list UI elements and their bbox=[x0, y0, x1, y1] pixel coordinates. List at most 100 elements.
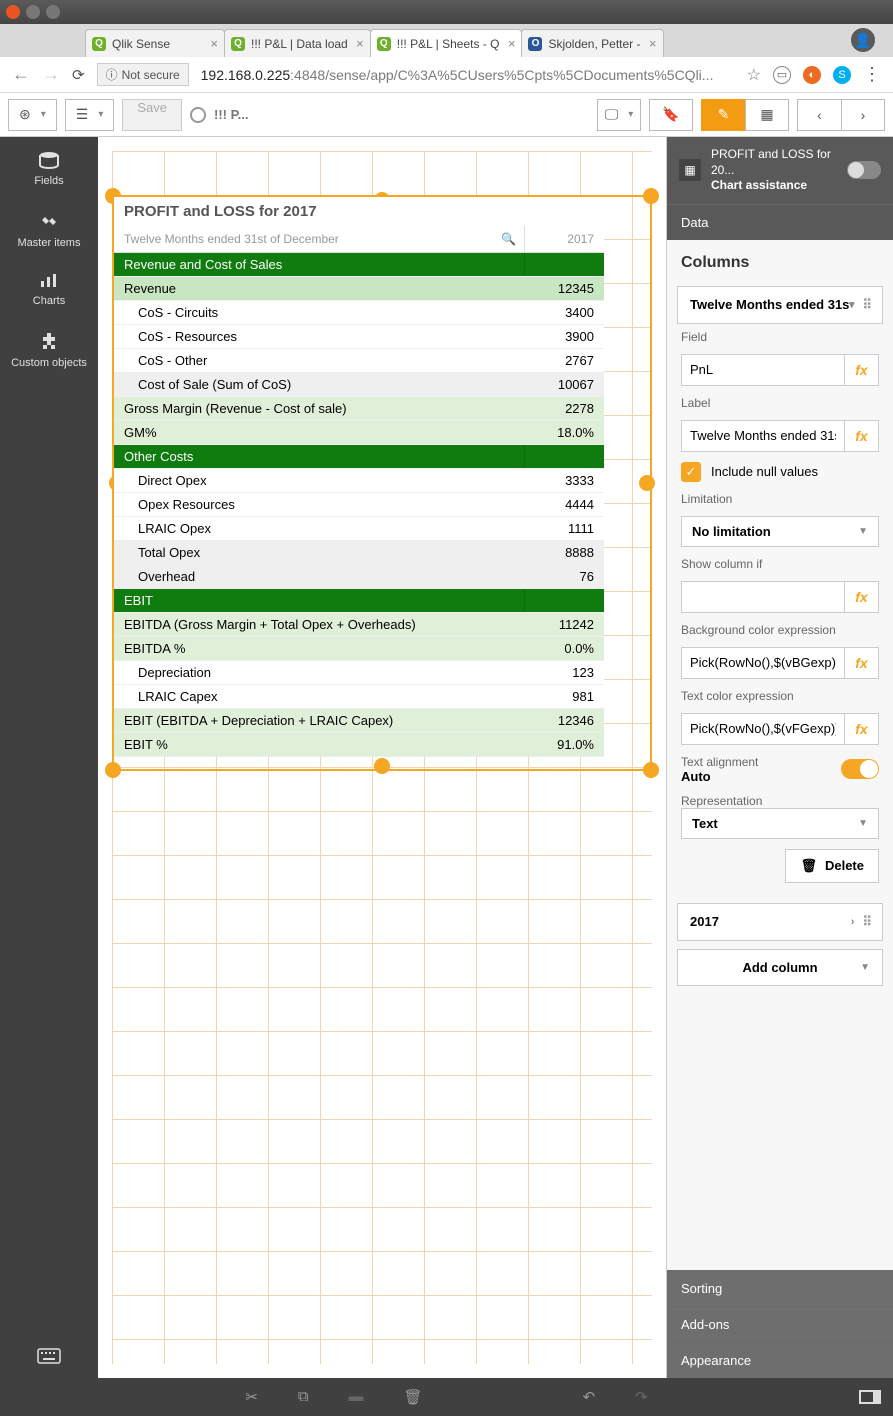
edit-button[interactable]: ✎ bbox=[701, 99, 745, 131]
nav-menu-button[interactable]: ⊛ bbox=[8, 99, 57, 131]
close-icon[interactable]: × bbox=[649, 36, 657, 51]
include-null-checkbox[interactable]: ✓ bbox=[681, 462, 701, 482]
back-button[interactable]: ← bbox=[12, 64, 30, 85]
table-row[interactable]: Overhead76 bbox=[114, 565, 604, 589]
section-addons[interactable]: Add-ons bbox=[667, 1306, 893, 1342]
table-row[interactable]: Total Opex8888 bbox=[114, 541, 604, 565]
forward-button[interactable]: → bbox=[42, 64, 60, 85]
paste-icon[interactable]: ▬ bbox=[349, 1388, 364, 1406]
sidebar-item-fields[interactable]: Fields bbox=[34, 151, 63, 187]
window-maximize-icon[interactable] bbox=[46, 5, 60, 19]
window-minimize-icon[interactable] bbox=[26, 5, 40, 19]
column-item-collapsed[interactable]: 2017 › ⠿ bbox=[677, 903, 883, 941]
table-row[interactable]: Depreciation123 bbox=[114, 661, 604, 685]
trash-icon[interactable]: 🗑 bbox=[404, 1388, 423, 1406]
search-icon[interactable]: 🔍 bbox=[501, 232, 516, 246]
close-icon[interactable]: × bbox=[508, 36, 516, 51]
cut-icon[interactable]: ✂ bbox=[245, 1388, 258, 1406]
bg-color-input[interactable] bbox=[681, 647, 845, 679]
drag-handle-icon[interactable]: ⠿ bbox=[862, 297, 870, 313]
representation-select[interactable]: Text▼ bbox=[681, 808, 879, 839]
table-row[interactable]: CoS - Resources3900 bbox=[114, 325, 604, 349]
next-sheet-button[interactable]: › bbox=[841, 99, 885, 131]
column-header[interactable]: Twelve Months ended 31st of December bbox=[124, 232, 339, 246]
browser-tab[interactable]: Q!!! P&L | Data load× bbox=[224, 29, 371, 57]
keyboard-icon[interactable] bbox=[37, 1348, 61, 1364]
table-row[interactable]: EBIT %91.0% bbox=[114, 733, 604, 757]
bookmark-star-icon[interactable]: ☆ bbox=[747, 65, 761, 85]
section-appearance[interactable]: Appearance bbox=[667, 1342, 893, 1378]
list-menu-button[interactable]: ☰ bbox=[65, 99, 115, 131]
pnl-table[interactable]: PROFIT and LOSS for 2017 Twelve Months e… bbox=[114, 197, 604, 757]
extension-icon[interactable]: ◐ bbox=[803, 66, 821, 84]
browser-tab[interactable]: OSkjolden, Petter -× bbox=[521, 29, 663, 57]
window-close-icon[interactable] bbox=[6, 5, 20, 19]
url-text[interactable]: 192.168.0.225:4848/sense/app/C%3A%5CUser… bbox=[201, 67, 735, 83]
security-indicator[interactable]: ⓘ Not secure bbox=[97, 63, 189, 86]
limitation-select[interactable]: No limitation▼ bbox=[681, 516, 879, 547]
chart-assistance-toggle[interactable] bbox=[847, 161, 881, 179]
section-sorting[interactable]: Sorting bbox=[667, 1270, 893, 1306]
fx-button[interactable]: fx bbox=[845, 354, 879, 386]
resize-handle[interactable] bbox=[639, 475, 655, 491]
delete-button[interactable]: 🗑 Delete bbox=[785, 849, 879, 883]
user-badge-icon[interactable]: 👤 bbox=[851, 28, 875, 52]
add-column-button[interactable]: Add column ▼ bbox=[677, 949, 883, 986]
panel-toggle-icon[interactable] bbox=[859, 1390, 881, 1404]
fx-button[interactable]: fx bbox=[845, 647, 879, 679]
table-row[interactable]: Other Costs bbox=[114, 445, 604, 469]
table-row[interactable]: EBIT (EBITDA + Depreciation + LRAIC Cape… bbox=[114, 709, 604, 733]
fx-button[interactable]: fx bbox=[845, 581, 879, 613]
close-icon[interactable]: × bbox=[356, 36, 364, 51]
reload-button[interactable]: ⟳ bbox=[72, 66, 85, 84]
table-row[interactable]: Revenue12345 bbox=[114, 277, 604, 301]
table-row[interactable]: EBITDA %0.0% bbox=[114, 637, 604, 661]
sidebar-item-custom[interactable]: Custom objects bbox=[11, 331, 87, 369]
resize-handle[interactable] bbox=[643, 188, 659, 204]
column-item-expanded[interactable]: Twelve Months ended 31st o... ▾ ⠿ bbox=[677, 286, 883, 324]
undo-icon[interactable]: ↶ bbox=[583, 1388, 596, 1406]
bookmark-button[interactable]: 🔖 bbox=[649, 99, 693, 131]
table-row[interactable]: EBIT bbox=[114, 589, 604, 613]
fx-button[interactable]: fx bbox=[845, 420, 879, 452]
column-header[interactable]: 2017 bbox=[524, 226, 604, 252]
table-row[interactable]: Revenue and Cost of Sales bbox=[114, 253, 604, 277]
row-value: 12346 bbox=[524, 709, 604, 732]
resize-handle[interactable] bbox=[643, 762, 659, 778]
section-data[interactable]: Data bbox=[667, 204, 893, 240]
table-row[interactable]: LRAIC Opex1111 bbox=[114, 517, 604, 541]
table-row[interactable]: EBITDA (Gross Margin + Total Opex + Over… bbox=[114, 613, 604, 637]
close-icon[interactable]: × bbox=[210, 36, 218, 51]
browser-tab[interactable]: Q!!! P&L | Sheets - Q× bbox=[370, 29, 523, 57]
table-row[interactable]: GM%18.0% bbox=[114, 421, 604, 445]
browser-tab[interactable]: QQlik Sense× bbox=[85, 29, 225, 57]
resize-handle[interactable] bbox=[374, 758, 390, 774]
alignment-toggle[interactable] bbox=[841, 759, 879, 779]
prev-sheet-button[interactable]: ‹ bbox=[797, 99, 841, 131]
drag-handle-icon[interactable]: ⠿ bbox=[862, 914, 870, 930]
label-input[interactable] bbox=[681, 420, 845, 452]
table-row[interactable]: CoS - Circuits3400 bbox=[114, 301, 604, 325]
text-color-input[interactable] bbox=[681, 713, 845, 745]
table-row[interactable]: Direct Opex3333 bbox=[114, 469, 604, 493]
show-if-input[interactable] bbox=[681, 581, 845, 613]
table-row[interactable]: Gross Margin (Revenue - Cost of sale)227… bbox=[114, 397, 604, 421]
sheet-grid-button[interactable]: ▦ bbox=[745, 99, 789, 131]
browser-menu-icon[interactable]: ⋮ bbox=[863, 64, 881, 85]
table-row[interactable]: LRAIC Capex981 bbox=[114, 685, 604, 709]
table-row[interactable]: Opex Resources4444 bbox=[114, 493, 604, 517]
skype-icon[interactable]: S bbox=[833, 66, 851, 84]
resize-handle[interactable] bbox=[105, 762, 121, 778]
redo-icon[interactable]: ↷ bbox=[635, 1388, 648, 1406]
sheet-canvas[interactable]: PROFIT and LOSS for 2017 Twelve Months e… bbox=[98, 137, 666, 1378]
save-button[interactable]: Save bbox=[122, 99, 182, 131]
sidebar-item-charts[interactable]: Charts bbox=[33, 273, 65, 307]
table-row[interactable]: Cost of Sale (Sum of CoS)10067 bbox=[114, 373, 604, 397]
table-row[interactable]: CoS - Other2767 bbox=[114, 349, 604, 373]
device-preview-button[interactable]: 🖵 bbox=[597, 99, 641, 131]
extension-icon[interactable]: ▭ bbox=[773, 66, 791, 84]
fx-button[interactable]: fx bbox=[845, 713, 879, 745]
field-input[interactable] bbox=[681, 354, 845, 386]
copy-icon[interactable]: ⧉ bbox=[298, 1388, 309, 1406]
sidebar-item-master[interactable]: Master items bbox=[18, 211, 81, 249]
